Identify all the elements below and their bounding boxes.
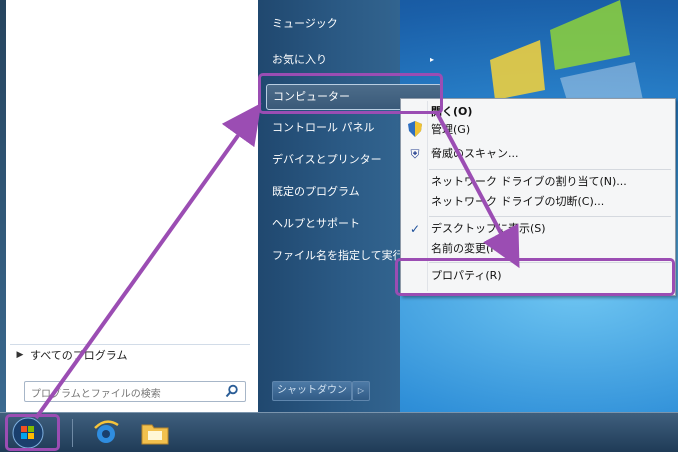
search-icon[interactable] — [225, 384, 239, 398]
menu-item-favorites[interactable]: お気に入り ▸ — [272, 48, 452, 72]
start-menu-right-pane: ミュージック お気に入り ▸ コンピューター コントロール パネル デバイスとプリ… — [258, 0, 442, 412]
highlight-computer — [258, 73, 443, 114]
context-item-disconnect-network-drive[interactable]: ネットワーク ドライブの切断(C)... — [431, 191, 604, 213]
check-icon: ✓ — [409, 222, 421, 236]
search-box[interactable] — [24, 381, 246, 403]
shutdown-options-button[interactable]: ▷ — [352, 381, 370, 401]
taskbar — [0, 412, 678, 452]
context-item-show-on-desktop[interactable]: デスクトップに表示(S) — [431, 218, 546, 240]
windows-logo-icon — [490, 0, 645, 110]
triangle-right-icon: ▶ — [16, 350, 24, 360]
ie-icon[interactable] — [92, 419, 120, 447]
all-programs-item[interactable]: ▶ すべてのプログラム — [10, 344, 250, 365]
search-input[interactable] — [25, 386, 216, 403]
context-item-map-network-drive[interactable]: ネットワーク ドライブの割り当て(N)... — [431, 171, 627, 193]
start-menu-programs-pane: ▶ すべてのプログラム — [0, 0, 259, 412]
context-item-manage[interactable]: 管理(G) — [431, 119, 470, 141]
context-item-scan[interactable]: 脅威のスキャン... — [431, 143, 519, 165]
menu-item-music[interactable]: ミュージック — [272, 12, 452, 36]
chevron-right-icon: ▸ — [430, 55, 435, 64]
shield-icon — [406, 121, 424, 139]
all-programs-label: すべてのプログラム — [30, 349, 128, 362]
context-item-rename[interactable]: 名前の変更(M) — [431, 238, 504, 260]
highlight-start-button — [5, 414, 60, 451]
scan-icon: ⛨ — [410, 147, 420, 161]
explorer-icon[interactable] — [140, 419, 170, 447]
shutdown-button[interactable]: シャットダウン — [272, 381, 352, 401]
highlight-properties — [395, 258, 675, 296]
